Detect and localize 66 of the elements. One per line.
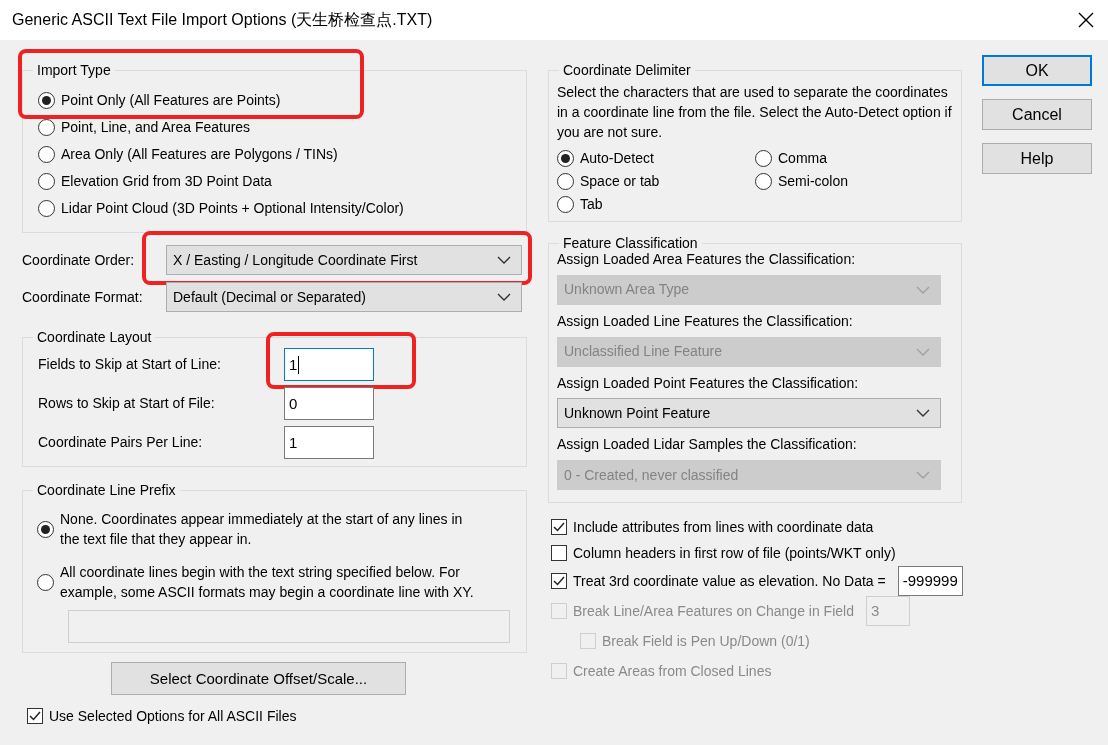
checkbox-label: Create Areas from Closed Lines	[573, 662, 772, 680]
field-label: Coordinate Pairs Per Line:	[38, 434, 204, 451]
radio-label[interactable]: Tab	[580, 196, 603, 213]
close-icon[interactable]	[1078, 12, 1094, 28]
radio-button[interactable]	[38, 92, 55, 109]
dropdown[interactable]: Default (Decimal or Separated)	[166, 282, 522, 312]
radio-button[interactable]	[755, 173, 772, 190]
radio-button[interactable]	[37, 520, 54, 538]
radio-label[interactable]: Comma	[778, 150, 827, 167]
checkbox[interactable]	[27, 708, 43, 725]
radio-label[interactable]: All coordinate lines begin with the text string specified below. For example, some ASCII formats may begin a coordinate line with XY.	[60, 562, 480, 602]
input-field: 3	[865, 596, 910, 627]
radio-button[interactable]	[38, 173, 55, 190]
radio-label[interactable]: Lidar Point Cloud (3D Points + Optional Intensity/Color)	[61, 200, 404, 217]
dialog-button[interactable]: Help	[982, 143, 1092, 174]
radio-button[interactable]	[557, 173, 574, 190]
chevron-down-icon[interactable]	[916, 409, 930, 418]
radio-button[interactable]	[38, 200, 55, 217]
radio-button[interactable]	[755, 150, 772, 167]
radio-label[interactable]: Auto-Detect	[580, 150, 654, 167]
dropdown[interactable]: X / Easting / Longitude Coordinate First	[166, 245, 522, 275]
field-label: Coordinate Order:	[22, 251, 135, 269]
dialog-button[interactable]: Cancel	[982, 99, 1092, 130]
chevron-down-icon[interactable]	[497, 293, 511, 301]
checkbox[interactable]	[551, 545, 567, 562]
offset-scale-button[interactable]: Select Coordinate Offset/Scale...	[111, 662, 406, 695]
window-title: Generic ASCII Text File Import Options (天生桥检查点.TXT)	[12, 10, 433, 30]
checkbox-label: Break Line/Area Features on Change in Field	[573, 602, 854, 620]
field-label: Assign Loaded Line Features the Classification:	[557, 312, 854, 330]
radio-button[interactable]	[557, 150, 574, 167]
field-label: Fields to Skip at Start of Line:	[38, 356, 222, 373]
dropdown: Unclassified Line Feature	[557, 336, 941, 367]
input-field[interactable]: -999999	[897, 566, 963, 597]
field-label: Assign Loaded Area Features the Classification:	[557, 251, 857, 268]
field-label: Rows to Skip at Start of File:	[38, 395, 216, 412]
field-label: Assign Loaded Point Features the Classification:	[557, 374, 860, 392]
input-field[interactable]: 1	[284, 348, 374, 381]
input-field[interactable]: 0	[284, 387, 374, 420]
radio-label[interactable]: Space or tab	[580, 173, 660, 190]
radio-label[interactable]: Point Only (All Features are Points)	[61, 92, 281, 109]
radio-button[interactable]	[557, 196, 574, 213]
checkbox-label[interactable]: Treat 3rd coordinate value as elevation. No Data =	[573, 572, 886, 590]
field-label: Assign Loaded Lidar Samples the Classification:	[557, 436, 858, 454]
dialog-button[interactable]: OK	[982, 55, 1092, 86]
chevron-down-icon[interactable]	[497, 256, 511, 264]
checkbox-label[interactable]: Include attributes from lines with coordinate data	[573, 518, 874, 536]
input-field[interactable]: 1	[284, 426, 374, 459]
dropdown: Unknown Area Type	[557, 274, 941, 305]
radio-button[interactable]	[38, 119, 55, 136]
radio-label[interactable]: Area Only (All Features are Polygons / TINs)	[61, 146, 338, 163]
checkbox[interactable]	[551, 573, 567, 590]
field-label: Coordinate Format:	[22, 288, 143, 306]
radio-label[interactable]: Elevation Grid from 3D Point Data	[61, 173, 272, 190]
checkbox-label: Break Field is Pen Up/Down (0/1)	[602, 632, 810, 650]
dropdown[interactable]: Unknown Point Feature	[557, 398, 941, 429]
dropdown: 0 - Created, never classified	[557, 460, 941, 491]
checkbox-label[interactable]: Column headers in first row of file (points/WKT only)	[573, 544, 896, 562]
radio-button[interactable]	[38, 146, 55, 163]
description-text: Select the characters that are used to separate the coordinates in a coordinate line from the file. Select the Auto-Detect option if you are not sure.	[557, 83, 953, 142]
checkbox-label[interactable]: Use Selected Options for All ASCII Files	[49, 708, 297, 725]
radio-label[interactable]: Point, Line, and Area Features	[61, 119, 251, 136]
checkbox[interactable]	[551, 519, 567, 536]
radio-button[interactable]	[37, 573, 54, 591]
radio-label[interactable]: None. Coordinates appear immediately at the start of any lines in the text file that they appear in.	[60, 509, 480, 549]
group-label: Coordinate Layout	[33, 328, 156, 346]
radio-label[interactable]: Semi-colon	[778, 173, 849, 190]
